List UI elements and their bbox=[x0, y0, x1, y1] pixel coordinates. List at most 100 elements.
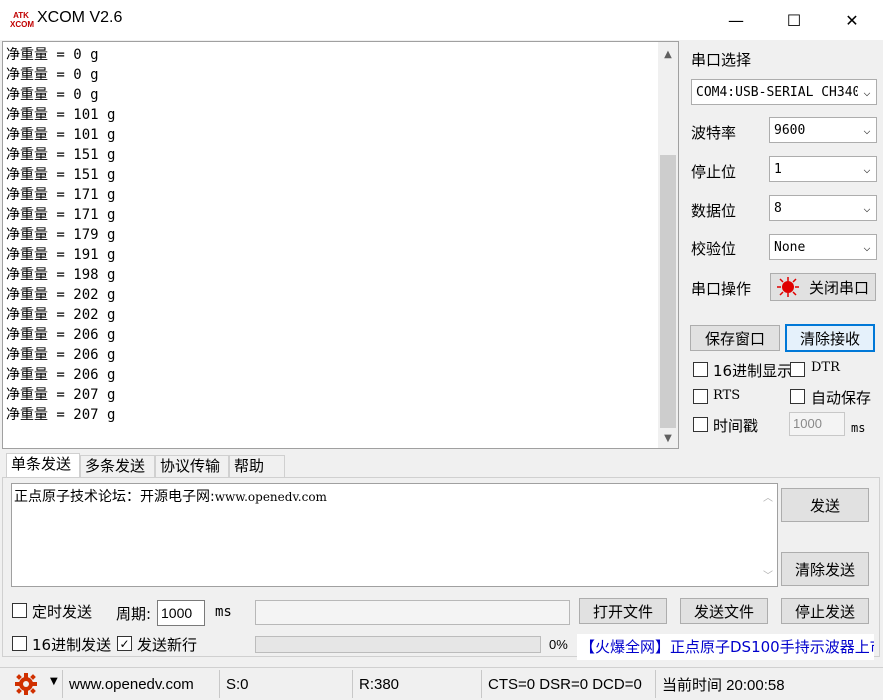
close-icon: ✕ bbox=[845, 10, 859, 30]
receive-line: 净重量 = 198 g bbox=[6, 267, 116, 283]
maximize-icon: ☐ bbox=[786, 10, 802, 30]
close-port-button[interactable]: 关闭串口 bbox=[770, 273, 876, 301]
receive-lines: 净重量 = 0 g 净重量 = 0 g 净重量 = 0 g 净重量 = 101 g 净重… bbox=[6, 45, 656, 425]
hex-send-checkbox[interactable] bbox=[12, 636, 27, 651]
tab-help[interactable]: 帮助 bbox=[229, 455, 285, 477]
status-received-count: R:380 bbox=[352, 670, 480, 698]
receive-textarea[interactable]: 净重量 = 0 g 净重量 = 0 g 净重量 = 0 g 净重量 = 101 g 净重… bbox=[2, 41, 679, 449]
hex-display-checkbox[interactable] bbox=[693, 362, 708, 377]
port-status-led-icon bbox=[777, 277, 799, 297]
baud-label: 波特率 bbox=[691, 124, 737, 142]
chevron-down-icon: ⌵ bbox=[863, 85, 871, 99]
clear-receive-button[interactable]: 清除接收 bbox=[785, 324, 875, 352]
status-time: 当前时间 20:00:58 bbox=[655, 670, 881, 698]
receive-line: 净重量 = 207 g bbox=[6, 407, 116, 423]
receive-line: 净重量 = 0 g bbox=[6, 67, 99, 83]
timed-send-label: 定时发送 bbox=[32, 603, 93, 621]
hex-send-label: 16进制发送 bbox=[32, 636, 112, 654]
scroll-down-icon[interactable]: ﹀ bbox=[759, 564, 777, 584]
port-select-value: COM4:USB-SERIAL CH340 bbox=[696, 84, 858, 100]
minimize-icon: — bbox=[728, 10, 744, 30]
timestamp-interval-input[interactable]: 1000 bbox=[789, 412, 845, 436]
port-select[interactable]: COM4:USB-SERIAL CH340 ⌵ bbox=[691, 79, 877, 105]
send-progress-bar bbox=[255, 636, 541, 653]
send-file-button[interactable]: 发送文件 bbox=[680, 598, 768, 624]
chevron-down-icon: ⌵ bbox=[863, 123, 871, 137]
timestamp-label: 时间戳 bbox=[713, 417, 759, 435]
close-button[interactable]: ✕ bbox=[823, 0, 881, 40]
dtr-checkbox[interactable] bbox=[790, 362, 805, 377]
parity-label: 校验位 bbox=[691, 240, 737, 258]
send-text: 正点原子技术论坛：开源电子网:www.openedv.com bbox=[14, 486, 327, 506]
port-select-label: 串口选择 bbox=[691, 51, 752, 69]
rts-checkbox[interactable] bbox=[693, 389, 708, 404]
rts-label: RTS bbox=[713, 388, 741, 403]
tab-protocol[interactable]: 协议传输 bbox=[155, 455, 229, 477]
receive-line: 净重量 = 101 g bbox=[6, 127, 116, 143]
receive-line: 净重量 = 0 g bbox=[6, 87, 99, 103]
timed-send-checkbox[interactable] bbox=[12, 603, 27, 618]
databits-select[interactable]: 8 ⌵ bbox=[769, 195, 877, 221]
ad-link[interactable]: 【火爆全网】正点原子DS100手持示波器上市 bbox=[577, 634, 874, 660]
logo-text-top: ATK bbox=[13, 11, 29, 20]
period-input[interactable]: 1000 bbox=[157, 600, 205, 626]
receive-line: 净重量 = 171 g bbox=[6, 207, 116, 223]
tab-multi-send[interactable]: 多条发送 bbox=[80, 455, 155, 477]
chevron-down-icon: ⌵ bbox=[863, 240, 871, 254]
receive-line: 净重量 = 202 g bbox=[6, 287, 116, 303]
baud-select[interactable]: 9600 ⌵ bbox=[769, 117, 877, 143]
timestamp-checkbox[interactable] bbox=[693, 417, 708, 432]
parity-select-value: None bbox=[774, 239, 806, 255]
send-text-url: www.openedv.com bbox=[214, 490, 327, 504]
receive-line: 净重量 = 206 g bbox=[6, 327, 116, 343]
open-file-button[interactable]: 打开文件 bbox=[579, 598, 667, 624]
parity-select[interactable]: None ⌵ bbox=[769, 234, 877, 260]
timestamp-unit: ms bbox=[851, 421, 866, 435]
minimize-button[interactable]: — bbox=[707, 0, 765, 40]
scroll-down-icon[interactable]: ▼ bbox=[658, 428, 678, 448]
hex-display-label: 16进制显示 bbox=[713, 362, 793, 380]
window-title: XCOM V2.6 bbox=[37, 9, 123, 26]
auto-save-checkbox[interactable] bbox=[790, 389, 805, 404]
send-textarea[interactable]: 正点原子技术论坛：开源电子网:www.openedv.com ︿ ﹀ bbox=[11, 483, 778, 587]
receive-line: 净重量 = 207 g bbox=[6, 387, 116, 403]
send-progress-text: 0% bbox=[549, 637, 568, 652]
stop-send-button[interactable]: 停止发送 bbox=[781, 598, 869, 624]
databits-select-value: 8 bbox=[774, 200, 782, 216]
receive-line: 净重量 = 171 g bbox=[6, 187, 116, 203]
send-newline-checkbox[interactable]: ✓ bbox=[117, 636, 132, 651]
receive-line: 净重量 = 179 g bbox=[6, 227, 116, 243]
send-scrollbar[interactable]: ︿ ﹀ bbox=[759, 484, 777, 586]
tab-single-send[interactable]: 单条发送 bbox=[6, 453, 80, 477]
receive-line: 净重量 = 0 g bbox=[6, 47, 99, 63]
save-window-button[interactable]: 保存窗口 bbox=[690, 325, 780, 351]
scroll-up-icon[interactable]: ︿ bbox=[759, 486, 777, 506]
chevron-down-icon: ⌵ bbox=[863, 162, 871, 176]
stopbits-select-value: 1 bbox=[774, 161, 782, 177]
period-label: 周期: bbox=[116, 605, 152, 623]
checkmark-icon: ✓ bbox=[119, 636, 130, 651]
scrollbar-thumb[interactable] bbox=[660, 155, 676, 428]
logo-text-bottom: XCOM bbox=[10, 20, 34, 29]
send-button[interactable]: 发送 bbox=[781, 488, 869, 522]
status-website-link[interactable]: www.openedv.com bbox=[62, 670, 218, 698]
chevron-down-icon: ⌵ bbox=[863, 201, 871, 215]
scroll-up-icon[interactable]: ▲ bbox=[658, 44, 678, 64]
settings-gear-icon[interactable] bbox=[14, 672, 40, 696]
send-newline-label: 发送新行 bbox=[137, 636, 198, 654]
maximize-button[interactable]: ☐ bbox=[765, 0, 823, 40]
status-sent-count: S:0 bbox=[219, 670, 351, 698]
settings-dropdown-icon[interactable]: ▼ bbox=[50, 676, 58, 687]
app-logo: ATK XCOM bbox=[10, 11, 34, 29]
receive-line: 净重量 = 191 g bbox=[6, 247, 116, 263]
receive-line: 净重量 = 101 g bbox=[6, 107, 116, 123]
stopbits-select[interactable]: 1 ⌵ bbox=[769, 156, 877, 182]
receive-line: 净重量 = 206 g bbox=[6, 347, 116, 363]
status-modem-lines: CTS=0 DSR=0 DCD=0 bbox=[481, 670, 654, 698]
auto-save-label: 自动保存 bbox=[811, 389, 872, 407]
port-op-label: 串口操作 bbox=[691, 280, 752, 298]
file-path-input[interactable] bbox=[255, 600, 570, 625]
clear-send-button[interactable]: 清除发送 bbox=[781, 552, 869, 586]
receive-line: 净重量 = 151 g bbox=[6, 167, 116, 183]
receive-scrollbar[interactable]: ▲ ▼ bbox=[658, 42, 678, 448]
